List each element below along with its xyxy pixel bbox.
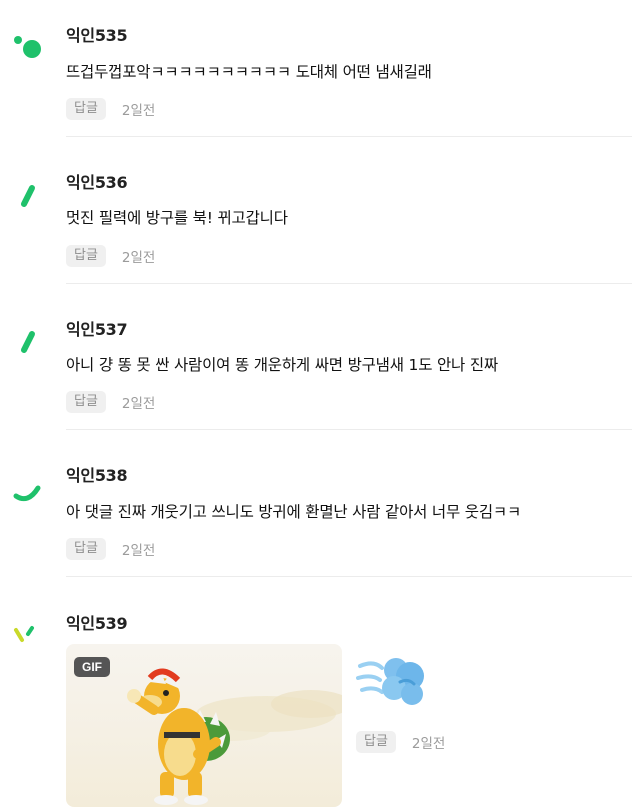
green-curve-avatar-icon	[13, 485, 41, 502]
comment-meta: 답글 2일전	[66, 391, 155, 413]
comment-time: 2일전	[121, 543, 156, 559]
comment-meta: 답글 2일전	[66, 538, 155, 560]
green-dots-avatar-icon	[14, 36, 41, 58]
comment-text: 아니 걍 똥 못 싼 사람이여 똥 개운하게 싸면 방구냄새 1도 안나 진짜	[66, 356, 498, 374]
comment-time: 2일전	[121, 250, 156, 266]
comment-text: 아 댓글 진짜 개웃기고 쓰니도 방귀에 환멸난 사람 같아서 너무 웃김ㅋㅋ	[66, 503, 522, 521]
dashing-away-emoji-icon	[356, 658, 424, 705]
comment-meta: 답글 2일전	[66, 245, 155, 267]
divider	[66, 576, 632, 577]
green-dash-avatar-icon	[21, 185, 35, 207]
comment-text: 뜨겁두껍포악ㅋㅋㅋㅋㅋㅋㅋㅋㅋㅋ 도대체 어떤 냄새길래	[66, 63, 432, 81]
reply-button[interactable]: 답글	[66, 245, 106, 267]
green-dash-avatar-icon	[21, 331, 35, 353]
comment-time: 2일전	[411, 736, 446, 752]
comment-meta: 답글 2일전	[356, 731, 445, 753]
gif-badge: GIF	[74, 657, 110, 677]
comment-author: 익인536	[66, 173, 128, 192]
green-yellow-ticks-avatar-icon	[14, 626, 34, 642]
reply-button[interactable]: 답글	[66, 98, 106, 120]
comment-meta: 답글 2일전	[66, 98, 155, 120]
comment-author: 익인537	[66, 320, 128, 339]
divider	[66, 136, 632, 137]
comment-time: 2일전	[121, 103, 156, 119]
comment-author: 익인539	[66, 614, 128, 633]
divider	[66, 429, 632, 430]
reply-button[interactable]: 답글	[66, 538, 106, 560]
comment-author: 익인535	[66, 26, 128, 45]
gif-attachment[interactable]: GIF	[66, 644, 342, 807]
divider	[66, 283, 632, 284]
comment-time: 2일전	[121, 396, 156, 412]
comment-text: 멋진 필력에 방구를 북! 뀌고갑니다	[66, 209, 288, 227]
reply-button[interactable]: 답글	[66, 391, 106, 413]
reply-button[interactable]: 답글	[356, 731, 396, 753]
comment-author: 익인538	[66, 466, 128, 485]
